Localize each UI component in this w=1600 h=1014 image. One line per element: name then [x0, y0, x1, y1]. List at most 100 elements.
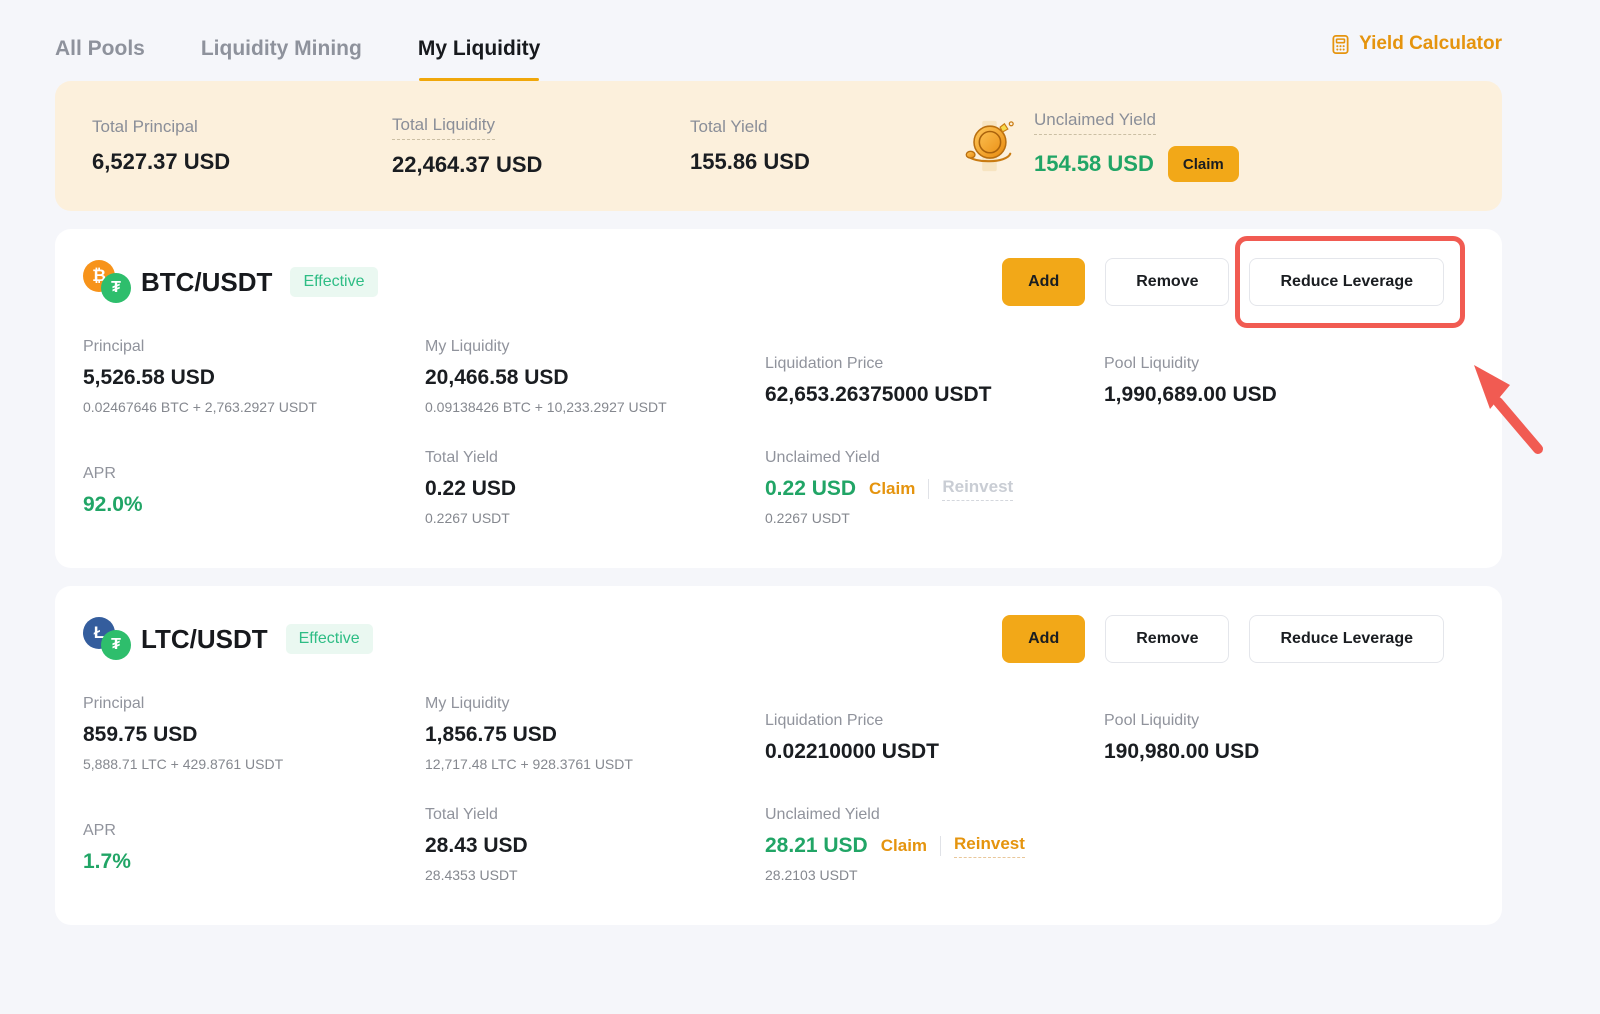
empty-cell: [1104, 449, 1474, 526]
principal-detail: 0.02467646 BTC + 2,763.2927 USDT: [83, 399, 425, 415]
pool-actions: Add Remove Reduce Leverage: [1002, 258, 1474, 306]
total-liquidity-value: 22,464.37 USD: [392, 152, 690, 178]
my-liquidity-cell: My Liquidity 1,856.75 USD 12,717.48 LTC …: [425, 695, 765, 772]
pair-name: BTC/USDT: [141, 267, 272, 298]
total-principal: Total Principal 6,527.37 USD: [92, 117, 392, 175]
my-liquidity-cell: My Liquidity 20,466.58 USD 0.09138426 BT…: [425, 338, 765, 415]
unclaimed-yield-value: 154.58 USD: [1034, 151, 1154, 177]
apr-value: 92.0%: [83, 493, 425, 517]
total-liquidity-label[interactable]: Total Liquidity: [392, 115, 495, 140]
total-yield-value: 0.22 USD: [425, 477, 765, 501]
principal-value: 5,526.58 USD: [83, 366, 425, 390]
pool-stats-row-2: APR 1.7% Total Yield 28.43 USD 28.4353 U…: [83, 806, 1474, 883]
unclaimed-yield-detail: 28.2103 USDT: [765, 867, 1104, 883]
total-principal-value: 6,527.37 USD: [92, 149, 392, 175]
my-liquidity-detail: 0.09138426 BTC + 10,233.2927 USDT: [425, 399, 765, 415]
apr-cell: APR 1.7%: [83, 806, 425, 883]
yield-calculator-label: Yield Calculator: [1359, 33, 1502, 55]
unclaimed-yield-detail: 0.2267 USDT: [765, 510, 1104, 526]
unclaimed-yield-label: Unclaimed Yield: [765, 806, 1104, 824]
tab-all-pools[interactable]: All Pools: [55, 37, 145, 81]
calculator-icon: [1330, 34, 1351, 55]
principal-cell: Principal 859.75 USD 5,888.71 LTC + 429.…: [83, 695, 425, 772]
unclaimed-yield-cell: Unclaimed Yield 0.22 USD Claim Reinvest …: [765, 449, 1104, 526]
tab-my-liquidity[interactable]: My Liquidity: [418, 37, 541, 81]
yield-calculator-link[interactable]: Yield Calculator: [1330, 33, 1502, 55]
apr-cell: APR 92.0%: [83, 449, 425, 526]
total-yield-label: Total Yield: [690, 117, 946, 137]
usdt-coin-icon: ₮: [101, 630, 131, 660]
pool-liquidity-label: Pool Liquidity: [1104, 355, 1474, 373]
my-liquidity-detail: 12,717.48 LTC + 928.3761 USDT: [425, 756, 765, 772]
apr-label: APR: [83, 465, 425, 483]
reinvest-link[interactable]: Reinvest: [954, 834, 1025, 858]
remove-button[interactable]: Remove: [1105, 615, 1229, 663]
liquidation-price-cell: Liquidation Price 62,653.26375000 USDT: [765, 338, 1104, 415]
principal-label: Principal: [83, 695, 425, 713]
page: All Pools Liquidity Mining My Liquidity …: [55, 0, 1502, 925]
my-liquidity-value: 20,466.58 USD: [425, 366, 765, 390]
usdt-coin-icon: ₮: [101, 273, 131, 303]
tab-liquidity-mining[interactable]: Liquidity Mining: [201, 37, 362, 81]
reinvest-link: Reinvest: [942, 477, 1013, 501]
divider: [940, 836, 941, 856]
liquidation-price-value: 0.02210000 USDT: [765, 740, 1104, 764]
total-yield-cell: Total Yield 28.43 USD 28.4353 USDT: [425, 806, 765, 883]
unclaimed-yield-label[interactable]: Unclaimed Yield: [1034, 110, 1156, 135]
unclaimed-yield-label: Unclaimed Yield: [765, 449, 1104, 467]
liquidation-price-value: 62,653.26375000 USDT: [765, 383, 1104, 407]
principal-value: 859.75 USD: [83, 723, 425, 747]
summary-banner: Total Principal 6,527.37 USD Total Liqui…: [55, 81, 1502, 211]
tab-bar: All Pools Liquidity Mining My Liquidity …: [55, 0, 1502, 71]
unclaimed-yield-value: 28.21 USD: [765, 834, 868, 858]
pool-liquidity-cell: Pool Liquidity 190,980.00 USD: [1104, 695, 1474, 772]
add-button[interactable]: Add: [1002, 258, 1085, 306]
claim-all-button[interactable]: Claim: [1168, 146, 1239, 182]
reduce-leverage-button[interactable]: Reduce Leverage: [1249, 258, 1444, 306]
status-badge: Effective: [290, 267, 377, 297]
total-yield-detail: 0.2267 USDT: [425, 510, 765, 526]
total-yield-label: Total Yield: [425, 806, 765, 824]
pair-icons: ₿ ₮: [83, 260, 132, 304]
total-yield-label: Total Yield: [425, 449, 765, 467]
remove-button[interactable]: Remove: [1105, 258, 1229, 306]
total-yield-cell: Total Yield 0.22 USD 0.2267 USDT: [425, 449, 765, 526]
claim-link[interactable]: Claim: [869, 479, 915, 499]
pool-liquidity-label: Pool Liquidity: [1104, 712, 1474, 730]
apr-label: APR: [83, 822, 425, 840]
my-liquidity-label: My Liquidity: [425, 338, 765, 356]
total-yield-value: 28.43 USD: [425, 834, 765, 858]
reduce-leverage-button[interactable]: Reduce Leverage: [1249, 615, 1444, 663]
total-yield: Total Yield 155.86 USD: [690, 117, 946, 175]
pool-actions: Add Remove Reduce Leverage: [1002, 615, 1474, 663]
pool-card-ltc-usdt: Ł ₮ LTC/USDT Effective Add Remove Reduce…: [55, 586, 1502, 925]
liquidation-price-cell: Liquidation Price 0.02210000 USDT: [765, 695, 1104, 772]
claim-link[interactable]: Claim: [881, 836, 927, 856]
status-badge: Effective: [286, 624, 373, 654]
add-button[interactable]: Add: [1002, 615, 1085, 663]
principal-cell: Principal 5,526.58 USD 0.02467646 BTC + …: [83, 338, 425, 415]
unclaimed-yield-value: 0.22 USD: [765, 477, 856, 501]
pool-liquidity-value: 1,990,689.00 USD: [1104, 383, 1474, 407]
apr-value: 1.7%: [83, 850, 425, 874]
pool-liquidity-value: 190,980.00 USD: [1104, 740, 1474, 764]
pool-liquidity-cell: Pool Liquidity 1,990,689.00 USD: [1104, 338, 1474, 415]
pool-stats-row-2: APR 92.0% Total Yield 0.22 USD 0.2267 US…: [83, 449, 1474, 526]
pair-icons: Ł ₮: [83, 617, 132, 661]
unclaimed-yield-cell: Unclaimed Yield 28.21 USD Claim Reinvest…: [765, 806, 1104, 883]
liquidation-price-label: Liquidation Price: [765, 355, 1104, 373]
empty-cell: [1104, 806, 1474, 883]
principal-label: Principal: [83, 338, 425, 356]
pool-card-btc-usdt: ₿ ₮ BTC/USDT Effective Add Remove Reduce…: [55, 229, 1502, 568]
total-principal-label: Total Principal: [92, 117, 392, 137]
my-liquidity-value: 1,856.75 USD: [425, 723, 765, 747]
principal-detail: 5,888.71 LTC + 429.8761 USDT: [83, 756, 425, 772]
total-yield-value: 155.86 USD: [690, 149, 946, 175]
my-liquidity-label: My Liquidity: [425, 695, 765, 713]
coin-illustration-icon: [960, 115, 1018, 177]
liquidation-price-label: Liquidation Price: [765, 712, 1104, 730]
total-yield-detail: 28.4353 USDT: [425, 867, 765, 883]
pool-header: Ł ₮ LTC/USDT Effective Add Remove Reduce…: [83, 614, 1474, 664]
pair-name: LTC/USDT: [141, 624, 268, 655]
unclaimed-yield-group: Unclaimed Yield 154.58 USD Claim: [960, 110, 1239, 182]
